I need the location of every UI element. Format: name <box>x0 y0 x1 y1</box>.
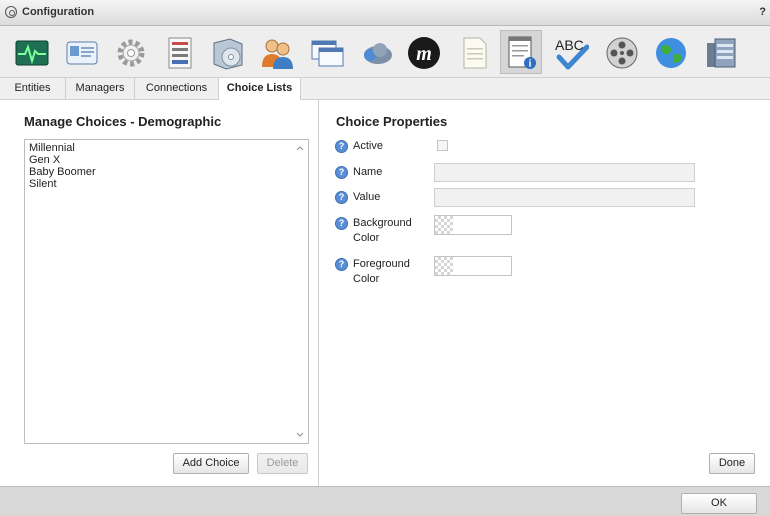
gear-icon <box>5 6 17 18</box>
document-icon[interactable] <box>456 35 492 71</box>
add-choice-button[interactable]: Add Choice <box>173 453 249 474</box>
window-title: Configuration <box>22 6 95 18</box>
tab-managers[interactable]: Managers <box>66 78 135 99</box>
spellcheck-abc-icon[interactable]: ABC <box>553 35 589 71</box>
value-label: Value <box>353 191 381 203</box>
tab-choice-lists[interactable]: Choice Lists <box>219 78 301 100</box>
notepad-info-icon: i <box>508 36 536 70</box>
scroll-down-icon[interactable] <box>296 431 304 439</box>
background-color-swatch <box>435 216 453 234</box>
foreground-color-picker[interactable] <box>434 256 512 276</box>
cloud-icon[interactable] <box>358 35 394 71</box>
server-rack-icon[interactable] <box>162 35 198 71</box>
help-button[interactable]: ? <box>759 6 766 18</box>
svg-text:ABC: ABC <box>555 37 584 53</box>
notepad-info-button[interactable]: i <box>500 30 542 74</box>
svg-text:i: i <box>529 59 532 70</box>
list-item[interactable]: Silent <box>29 178 57 190</box>
footer-bar: OK <box>0 486 770 516</box>
m-logo-icon[interactable]: m <box>406 35 442 71</box>
foreground-color-label-line1: Foreground <box>353 258 410 270</box>
active-help-icon[interactable]: ? <box>335 140 348 153</box>
active-label: Active <box>353 140 383 152</box>
globe-icon[interactable] <box>653 35 689 71</box>
database-icon[interactable] <box>703 35 739 71</box>
title-bar: Configuration ? <box>0 0 770 26</box>
tab-connections[interactable]: Connections <box>135 78 219 99</box>
ok-button[interactable]: OK <box>681 493 757 514</box>
film-reel-icon[interactable] <box>604 35 640 71</box>
tab-bar: Entities Managers Connections Choice Lis… <box>0 78 770 100</box>
scroll-up-icon[interactable] <box>296 144 304 152</box>
id-card-icon[interactable] <box>64 35 100 71</box>
background-color-help-icon[interactable]: ? <box>335 217 348 230</box>
value-field[interactable] <box>434 188 695 207</box>
manage-choices-title: Manage Choices - Demographic <box>24 114 222 129</box>
foreground-color-swatch <box>435 257 453 275</box>
background-color-label-line1: Background <box>353 217 412 229</box>
activity-monitor-icon[interactable] <box>14 35 50 71</box>
done-button[interactable]: Done <box>709 453 755 474</box>
name-label: Name <box>353 166 383 178</box>
svg-text:m: m <box>416 43 432 65</box>
windows-icon[interactable] <box>309 35 345 71</box>
list-item[interactable]: Baby Boomer <box>29 166 96 178</box>
name-field[interactable] <box>434 163 695 182</box>
users-icon[interactable] <box>259 35 295 71</box>
active-checkbox[interactable] <box>437 140 448 151</box>
gear-icon[interactable] <box>113 35 149 71</box>
foreground-color-label-line2: Color <box>353 273 380 285</box>
background-color-label: Background Color <box>353 216 412 246</box>
value-help-icon[interactable]: ? <box>335 191 348 204</box>
foreground-color-label: Foreground Color <box>353 257 410 287</box>
list-item[interactable]: Gen X <box>29 154 60 166</box>
list-item[interactable]: Millennial <box>29 142 75 154</box>
delete-button[interactable]: Delete <box>257 453 308 474</box>
name-help-icon[interactable]: ? <box>335 166 348 179</box>
background-color-picker[interactable] <box>434 215 512 235</box>
tab-entities[interactable]: Entities <box>0 78 66 99</box>
software-box-icon[interactable] <box>210 35 246 71</box>
background-color-label-line2: Color <box>353 232 380 244</box>
toolbar: m i ABC <box>0 26 770 78</box>
foreground-color-help-icon[interactable]: ? <box>335 258 348 271</box>
choices-list[interactable]: Millennial Gen X Baby Boomer Silent <box>24 139 309 444</box>
choice-properties-title: Choice Properties <box>336 114 448 129</box>
